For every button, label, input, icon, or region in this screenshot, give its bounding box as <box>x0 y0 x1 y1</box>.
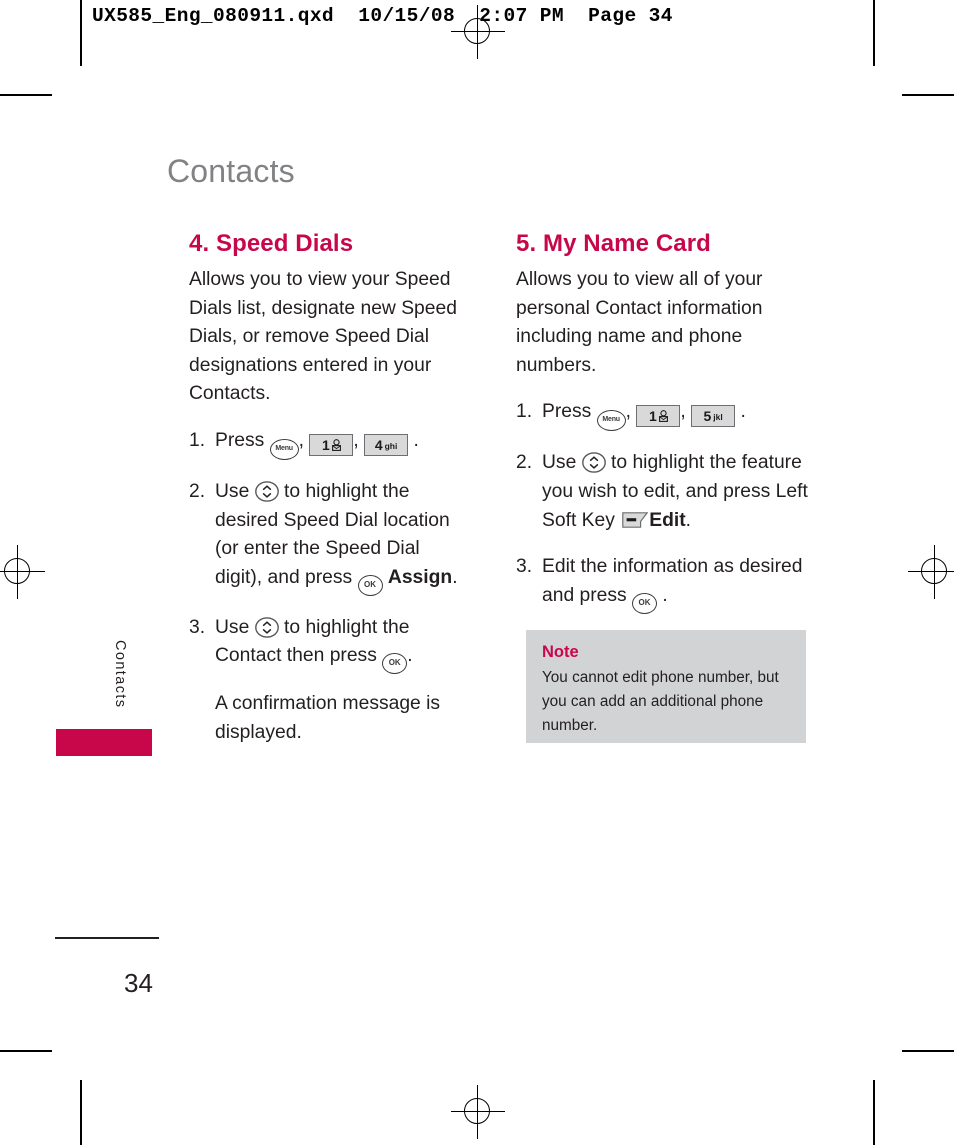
edit-emphasis: Edit <box>649 509 686 531</box>
crop-mark-top-left-vertical <box>80 0 82 66</box>
note-title: Note <box>542 643 579 661</box>
speed-dials-step-1: 1. Press Menu, 1 , 4 ghi . <box>189 427 471 460</box>
key-letters: ghi <box>384 440 398 451</box>
navigation-up-down-key-icon <box>581 452 606 474</box>
my-name-card-step-3: 3. Edit the information as desired and p… <box>516 553 816 614</box>
registration-mark-right <box>908 545 954 599</box>
step-number: 3. <box>189 616 206 638</box>
page-title: Contacts <box>167 153 295 189</box>
navigation-up-down-key-icon <box>254 481 279 502</box>
numeric-key-1-icon: 1 <box>636 405 681 428</box>
ok-key-icon: OK <box>357 574 383 596</box>
my-name-card-step-1: 1. Press Menu, 1 , 5 jkl . <box>516 398 816 432</box>
ok-key-icon: OK <box>632 592 658 614</box>
my-name-card-step-2: 2. Use to highlight the feature you wish… <box>516 449 816 535</box>
comma-separator: , <box>353 429 359 451</box>
comma-separator: , <box>625 401 632 423</box>
step-number: 3. <box>516 556 533 578</box>
crop-mark-top-right-horizontal <box>902 94 954 96</box>
step-lead-text: Press <box>215 429 265 451</box>
step-number: 1. <box>189 429 206 451</box>
step-lead-text: Use <box>542 452 577 474</box>
ok-key-icon: OK <box>382 653 408 675</box>
right-column: 5. My Name Card Allows you to view all o… <box>516 228 816 614</box>
crop-mark-bottom-right-vertical <box>873 1080 875 1145</box>
section-heading-speed-dials: 4. Speed Dials <box>189 230 354 257</box>
numeric-key-1-icon: 1 <box>309 433 354 456</box>
step-number: 1. <box>516 401 533 423</box>
footer-rule <box>55 937 159 939</box>
crop-mark-bottom-left-horizontal <box>0 1050 52 1052</box>
key-digit: 1 <box>648 408 657 425</box>
crop-mark-bottom-left-vertical <box>80 1080 82 1145</box>
key-letters: jkl <box>713 412 723 423</box>
step-lead-text: Use <box>215 480 250 502</box>
period-mark: . <box>740 401 746 423</box>
comma-separator: , <box>298 429 305 451</box>
step-lead-text: Press <box>542 401 592 423</box>
period-mark: . <box>452 566 458 588</box>
navigation-up-down-key-icon <box>254 616 279 638</box>
my-name-card-intro-text: Allows you to view all of your personal … <box>516 269 763 376</box>
menu-key-icon: Menu <box>269 438 299 460</box>
key-digit: 4 <box>374 436 383 453</box>
crop-mark-bottom-right-horizontal <box>902 1050 954 1052</box>
voicemail-icon <box>331 436 341 451</box>
speed-dials-step-2: 2. Use to highlight the desired Speed Di… <box>189 478 471 596</box>
comma-separator: , <box>680 401 686 423</box>
key-digit: 1 <box>321 436 330 453</box>
speed-dials-intro-text: Allows you to view your Speed Dials list… <box>189 269 457 405</box>
step-number: 2. <box>189 480 206 502</box>
period-mark: . <box>407 645 413 667</box>
assign-emphasis: Assign <box>387 566 453 588</box>
page-number: 34 <box>124 968 153 998</box>
side-tab-color-block <box>56 729 152 756</box>
crop-mark-top-left-horizontal <box>0 94 52 96</box>
side-tab-label: Contacts <box>112 640 128 709</box>
speed-dials-step-3: 3. Use to highlight the Contact then pre… <box>189 614 471 748</box>
numeric-key-4-icon: 4 ghi <box>364 433 409 456</box>
period-mark: . <box>662 584 668 606</box>
left-column: 4. Speed Dials Allows you to view your S… <box>189 228 471 748</box>
step-number: 2. <box>516 452 533 474</box>
crop-mark-top-right-vertical <box>873 0 875 66</box>
registration-mark-left <box>0 545 45 599</box>
period-mark: . <box>413 429 419 451</box>
left-soft-key-icon <box>622 509 649 528</box>
imposition-header-text: UX585_Eng_080911.qxd 10/15/08 2:07 PM Pa… <box>92 5 673 27</box>
registration-mark-bottom <box>451 1085 505 1139</box>
numeric-key-5-icon: 5 jkl <box>691 405 736 428</box>
period-mark: . <box>685 509 692 531</box>
section-heading-my-name-card: 5. My Name Card <box>516 230 711 257</box>
note-callout-box: Note You cannot edit phone number, but y… <box>526 630 806 743</box>
step-lead-text: Use <box>215 616 250 638</box>
speed-dials-step-3-note: A confirmation message is displayed. <box>215 693 441 743</box>
step-body-text: Edit the information as desired and pres… <box>542 556 803 606</box>
key-digit: 5 <box>703 408 712 425</box>
voicemail-icon <box>658 407 668 423</box>
menu-key-icon: Menu <box>596 410 626 432</box>
note-body-text: You cannot edit phone number, but you ca… <box>542 669 779 734</box>
